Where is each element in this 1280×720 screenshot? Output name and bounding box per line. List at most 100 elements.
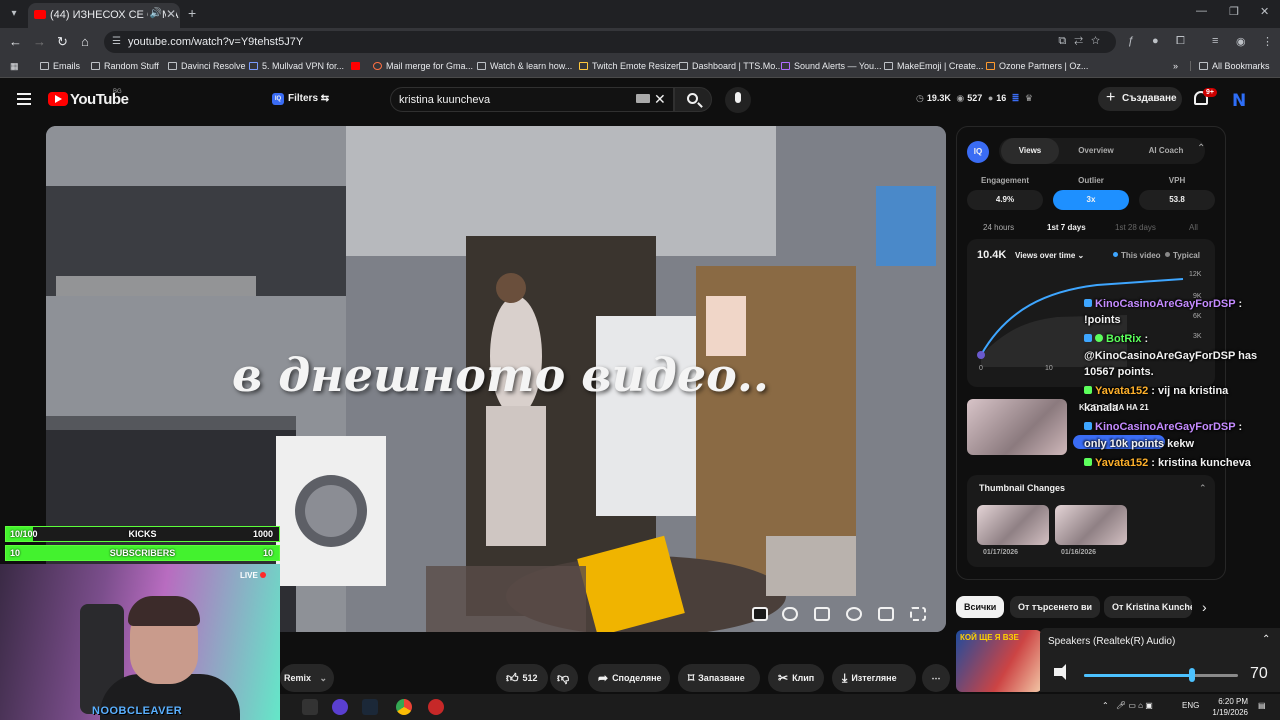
thumbnail-text: КОЙ ЩЕ Я ВЗЕ	[960, 633, 1019, 642]
voice-search-icon[interactable]	[725, 87, 751, 113]
youtube-favicon-icon	[34, 10, 46, 19]
menu-icon[interactable]	[17, 93, 31, 105]
dislike-button[interactable]: 👎︎	[550, 664, 578, 692]
tab-close-icon[interactable]: ✕	[165, 7, 176, 21]
more-bookmarks-icon[interactable]: »	[1173, 61, 1178, 71]
avatar[interactable]: N	[1232, 91, 1246, 111]
thumbnail-version[interactable]	[977, 505, 1049, 545]
more-actions-icon[interactable]: ⋯	[922, 664, 950, 692]
youtube-bookmark-icon[interactable]	[351, 61, 364, 71]
bookmark-item[interactable]: Sound Alerts — You...	[781, 61, 882, 71]
extension-icon[interactable]: ƒ	[1128, 35, 1134, 47]
settings-gear-icon[interactable]	[846, 607, 862, 621]
clip-button[interactable]: ✂ Клип	[768, 664, 824, 692]
tab-search-icon[interactable]: ▾	[6, 6, 22, 22]
vidiq-player-icon[interactable]	[752, 607, 768, 621]
notifications-tray-icon[interactable]: ▤	[1258, 701, 1266, 710]
create-button[interactable]: + Създаване	[1098, 87, 1182, 111]
reading-list-icon[interactable]: ≡	[1212, 35, 1218, 47]
address-bar[interactable]: ☰ youtube.com/watch?v=Y9tehst5J7Y ⧉⇄☆	[104, 31, 1116, 53]
fullscreen-icon[interactable]	[910, 607, 926, 621]
bookmark-item[interactable]: Twitch Emote Resizer	[579, 61, 679, 71]
vidiq-stats-icon[interactable]: ≣	[1012, 93, 1020, 103]
tray-chevron-icon[interactable]: ⌃	[1102, 701, 1109, 710]
share-button[interactable]: ➦ Споделяне	[588, 664, 670, 692]
range-28d[interactable]: 1st 28 days	[1115, 223, 1156, 232]
keyboard-icon[interactable]	[636, 94, 650, 103]
thumbs-down-icon: 👎︎	[557, 671, 570, 685]
subtitles-icon[interactable]	[814, 607, 830, 621]
extension-icon[interactable]: ●	[1152, 35, 1159, 47]
tray-icons[interactable]: 🎤︎ ▭ ⌂ ▣	[1116, 701, 1153, 710]
window-close-icon[interactable]: ✕	[1260, 5, 1269, 18]
steam-icon[interactable]	[362, 699, 378, 715]
reload-icon[interactable]: ↻	[57, 34, 68, 50]
bookmark-item[interactable]: Mail merge for Gma...	[373, 61, 473, 71]
bookmark-item[interactable]: Ozone Partners | Oz...	[986, 61, 1088, 71]
chip-from-channel[interactable]: От Kristina Kunche	[1104, 596, 1192, 618]
save-button[interactable]: ⌑ Запазване	[678, 664, 760, 692]
autoplay-toggle-icon[interactable]	[782, 607, 798, 621]
app-icon[interactable]	[302, 699, 318, 715]
tab-views[interactable]: Views	[1001, 138, 1059, 164]
chip-from-search[interactable]: От търсенето ви	[1010, 596, 1101, 618]
omnibox-actions-icon[interactable]: ⧉⇄☆	[1058, 35, 1108, 48]
clear-search-icon[interactable]: ✕	[654, 91, 666, 108]
speaker-icon[interactable]	[1054, 664, 1066, 680]
forward-icon[interactable]: →	[33, 34, 46, 49]
range-24h[interactable]: 24 hours	[983, 223, 1014, 232]
search-button[interactable]	[674, 87, 712, 112]
range-all[interactable]: All	[1189, 223, 1198, 232]
like-button[interactable]: 👍︎ 512	[496, 664, 548, 692]
extensions-puzzle-icon[interactable]: ⧠	[1176, 35, 1185, 48]
browser-tab[interactable]: (44) ИЗНЕСОХ СЕ САМА Н 🔊 ✕	[28, 3, 180, 28]
remix-button[interactable]: Remix ⌄	[280, 664, 334, 692]
tab-ai-coach[interactable]: AI Coach	[1133, 138, 1199, 164]
live-dot-icon	[259, 572, 266, 578]
download-button[interactable]: ⤓ Изтегляне	[832, 664, 916, 692]
all-bookmarks[interactable]: All Bookmarks	[1190, 61, 1270, 71]
range-7d[interactable]: 1st 7 days	[1047, 223, 1086, 232]
new-tab-icon[interactable]: +	[188, 5, 196, 21]
volume-slider[interactable]	[1084, 668, 1238, 682]
bookmark-item[interactable]: Emails	[40, 61, 80, 71]
thumbnail-version[interactable]	[1055, 505, 1127, 545]
vidiq-filters-button[interactable]: IQ Filters ⇆	[268, 88, 337, 110]
bookmark-item[interactable]: 5. Mullvad VPN for...	[249, 61, 344, 71]
restore-icon[interactable]: ❐	[1229, 5, 1239, 18]
profile-icon[interactable]: ◉	[1236, 35, 1246, 48]
chevron-right-icon[interactable]: ›	[1202, 599, 1207, 615]
theater-mode-icon[interactable]	[878, 607, 894, 621]
app-icon[interactable]	[428, 699, 444, 715]
chrome-icon[interactable]	[396, 699, 412, 715]
language-indicator[interactable]: ENG	[1182, 701, 1199, 710]
bookmark-item[interactable]: Random Stuff	[91, 61, 159, 71]
search-input[interactable]: kristina kuuncheva	[390, 87, 674, 112]
tab-audio-icon[interactable]: 🔊	[147, 8, 162, 19]
chip-all[interactable]: Всички	[956, 596, 1005, 618]
bookmark-item[interactable]: Dashboard | TTS.Mo...	[679, 61, 783, 71]
volume-thumb[interactable]	[1188, 668, 1195, 682]
youtube-logo-icon[interactable]	[48, 92, 68, 106]
apps-icon[interactable]: ▦	[10, 61, 19, 72]
home-icon[interactable]: ⌂	[81, 34, 89, 49]
recommended-video-thumbnail[interactable]: КОЙ ЩЕ Я ВЗЕ	[956, 630, 1042, 692]
chevron-up-icon[interactable]: ⌃	[1262, 634, 1270, 645]
audio-device-name[interactable]: Speakers (Realtek(R) Audio)	[1048, 636, 1175, 647]
system-clock[interactable]: 6:20 PM 1/19/2026	[1208, 696, 1248, 718]
trophy-icon[interactable]: ♛	[1025, 93, 1033, 103]
bookmark-item[interactable]: Watch & learn how...	[477, 61, 572, 71]
bookmark-item[interactable]: MakeEmoji | Create...	[884, 61, 983, 71]
minimize-icon[interactable]: —	[1196, 5, 1207, 17]
bookmark-item[interactable]: Davinci Resolve	[168, 61, 246, 71]
browser-menu-icon[interactable]: ⋮	[1262, 35, 1273, 48]
back-icon[interactable]: ←	[9, 34, 22, 49]
tab-overview[interactable]: Overview	[1063, 138, 1129, 164]
bookmark-favicon-icon	[884, 62, 893, 70]
subs-target: 10	[262, 548, 273, 558]
app-icon[interactable]	[332, 699, 348, 715]
collapse-chevron-icon[interactable]: ⌃	[1199, 483, 1207, 494]
site-info-icon[interactable]: ☰	[112, 36, 121, 47]
y-tick: 12K	[1189, 271, 1202, 278]
collapse-chevron-icon[interactable]: ⌃	[1197, 143, 1205, 154]
